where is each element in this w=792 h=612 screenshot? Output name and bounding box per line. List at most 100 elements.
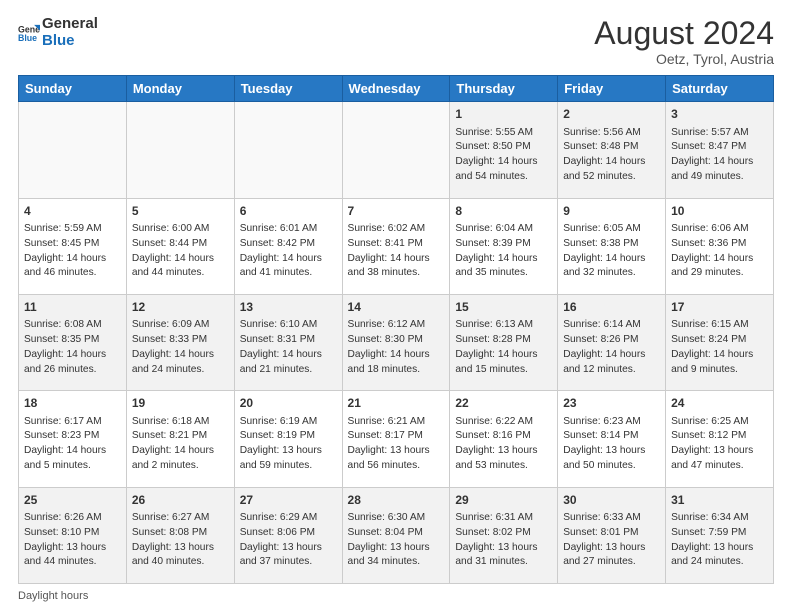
- day-number: 9: [563, 203, 660, 220]
- day-header-tuesday: Tuesday: [234, 76, 342, 102]
- footer-text: Daylight hours: [18, 590, 88, 602]
- day-info: Daylight: 13 hours: [671, 541, 768, 556]
- day-cell: 4Sunrise: 5:59 AMSunset: 8:45 PMDaylight…: [19, 198, 127, 294]
- day-number: 4: [24, 203, 121, 220]
- day-number: 27: [240, 492, 337, 509]
- day-info: Sunset: 8:28 PM: [455, 333, 552, 348]
- day-info: Sunset: 8:21 PM: [132, 429, 229, 444]
- day-info: Sunset: 8:47 PM: [671, 140, 768, 155]
- day-info: Daylight: 13 hours: [455, 541, 552, 556]
- day-cell: 21Sunrise: 6:21 AMSunset: 8:17 PMDayligh…: [342, 391, 450, 487]
- day-header-thursday: Thursday: [450, 76, 558, 102]
- day-info: Daylight: 14 hours: [132, 252, 229, 267]
- day-info: Sunset: 8:26 PM: [563, 333, 660, 348]
- day-info: and 18 minutes.: [348, 363, 445, 378]
- day-info: Daylight: 14 hours: [240, 348, 337, 363]
- day-cell: 19Sunrise: 6:18 AMSunset: 8:21 PMDayligh…: [126, 391, 234, 487]
- day-info: Sunset: 8:50 PM: [455, 140, 552, 155]
- day-info: Sunset: 8:44 PM: [132, 237, 229, 252]
- day-info: and 41 minutes.: [240, 266, 337, 281]
- day-info: Daylight: 13 hours: [563, 444, 660, 459]
- day-info: Sunset: 8:14 PM: [563, 429, 660, 444]
- day-number: 26: [132, 492, 229, 509]
- day-info: Sunrise: 6:22 AM: [455, 415, 552, 430]
- day-info: Daylight: 14 hours: [671, 155, 768, 170]
- day-number: 13: [240, 299, 337, 316]
- day-info: Daylight: 13 hours: [240, 444, 337, 459]
- day-info: Sunrise: 6:27 AM: [132, 511, 229, 526]
- day-cell: 16Sunrise: 6:14 AMSunset: 8:26 PMDayligh…: [558, 294, 666, 390]
- day-info: and 47 minutes.: [671, 459, 768, 474]
- day-info: Daylight: 14 hours: [24, 444, 121, 459]
- week-row-1: 4Sunrise: 5:59 AMSunset: 8:45 PMDaylight…: [19, 198, 774, 294]
- day-info: Sunrise: 6:19 AM: [240, 415, 337, 430]
- day-info: and 9 minutes.: [671, 363, 768, 378]
- day-info: Sunrise: 6:34 AM: [671, 511, 768, 526]
- day-info: Sunrise: 6:09 AM: [132, 318, 229, 333]
- day-cell: [342, 102, 450, 198]
- day-cell: 23Sunrise: 6:23 AMSunset: 8:14 PMDayligh…: [558, 391, 666, 487]
- day-info: Sunrise: 6:25 AM: [671, 415, 768, 430]
- day-info: and 35 minutes.: [455, 266, 552, 281]
- day-info: and 15 minutes.: [455, 363, 552, 378]
- day-info: Sunrise: 6:33 AM: [563, 511, 660, 526]
- day-info: and 21 minutes.: [240, 363, 337, 378]
- day-info: and 38 minutes.: [348, 266, 445, 281]
- day-info: Daylight: 14 hours: [132, 444, 229, 459]
- day-info: Sunset: 8:38 PM: [563, 237, 660, 252]
- day-info: Sunrise: 5:55 AM: [455, 126, 552, 141]
- day-info: Daylight: 14 hours: [671, 252, 768, 267]
- day-number: 10: [671, 203, 768, 220]
- header: General Blue General Blue August 2024 Oe…: [18, 16, 774, 67]
- day-info: Sunset: 8:04 PM: [348, 526, 445, 541]
- title-block: August 2024 Oetz, Tyrol, Austria: [594, 16, 774, 67]
- day-info: Sunrise: 6:31 AM: [455, 511, 552, 526]
- day-info: Sunrise: 6:10 AM: [240, 318, 337, 333]
- day-info: Daylight: 14 hours: [348, 252, 445, 267]
- day-info: Daylight: 14 hours: [24, 252, 121, 267]
- day-cell: 8Sunrise: 6:04 AMSunset: 8:39 PMDaylight…: [450, 198, 558, 294]
- day-info: Daylight: 14 hours: [455, 155, 552, 170]
- day-info: and 49 minutes.: [671, 170, 768, 185]
- day-number: 14: [348, 299, 445, 316]
- day-info: Daylight: 13 hours: [348, 444, 445, 459]
- day-info: Sunrise: 6:01 AM: [240, 222, 337, 237]
- day-cell: 18Sunrise: 6:17 AMSunset: 8:23 PMDayligh…: [19, 391, 127, 487]
- day-header-saturday: Saturday: [666, 76, 774, 102]
- day-info: and 54 minutes.: [455, 170, 552, 185]
- day-info: Daylight: 13 hours: [671, 444, 768, 459]
- day-cell: 26Sunrise: 6:27 AMSunset: 8:08 PMDayligh…: [126, 487, 234, 583]
- day-info: Sunset: 8:31 PM: [240, 333, 337, 348]
- day-number: 17: [671, 299, 768, 316]
- day-cell: 30Sunrise: 6:33 AMSunset: 8:01 PMDayligh…: [558, 487, 666, 583]
- day-info: and 2 minutes.: [132, 459, 229, 474]
- day-cell: [234, 102, 342, 198]
- day-number: 2: [563, 106, 660, 123]
- day-info: and 12 minutes.: [563, 363, 660, 378]
- logo: General Blue General Blue: [18, 16, 98, 49]
- day-cell: 31Sunrise: 6:34 AMSunset: 7:59 PMDayligh…: [666, 487, 774, 583]
- day-info: Sunset: 7:59 PM: [671, 526, 768, 541]
- day-number: 5: [132, 203, 229, 220]
- svg-text:Blue: Blue: [18, 33, 37, 43]
- subtitle: Oetz, Tyrol, Austria: [594, 51, 774, 67]
- day-info: Sunrise: 5:59 AM: [24, 222, 121, 237]
- day-info: Sunrise: 5:57 AM: [671, 126, 768, 141]
- day-info: and 44 minutes.: [132, 266, 229, 281]
- day-info: Sunrise: 6:02 AM: [348, 222, 445, 237]
- day-cell: 22Sunrise: 6:22 AMSunset: 8:16 PMDayligh…: [450, 391, 558, 487]
- day-info: Sunset: 8:23 PM: [24, 429, 121, 444]
- day-number: 3: [671, 106, 768, 123]
- day-cell: 28Sunrise: 6:30 AMSunset: 8:04 PMDayligh…: [342, 487, 450, 583]
- day-info: Sunrise: 6:04 AM: [455, 222, 552, 237]
- day-header-monday: Monday: [126, 76, 234, 102]
- week-row-2: 11Sunrise: 6:08 AMSunset: 8:35 PMDayligh…: [19, 294, 774, 390]
- day-info: Sunrise: 6:13 AM: [455, 318, 552, 333]
- day-info: Daylight: 14 hours: [24, 348, 121, 363]
- day-number: 29: [455, 492, 552, 509]
- day-cell: 15Sunrise: 6:13 AMSunset: 8:28 PMDayligh…: [450, 294, 558, 390]
- day-cell: 3 Sunrise: 5:57 AMSunset: 8:47 PMDaylight…: [666, 102, 774, 198]
- day-info: and 46 minutes.: [24, 266, 121, 281]
- day-info: Sunset: 8:08 PM: [132, 526, 229, 541]
- day-info: Daylight: 14 hours: [455, 252, 552, 267]
